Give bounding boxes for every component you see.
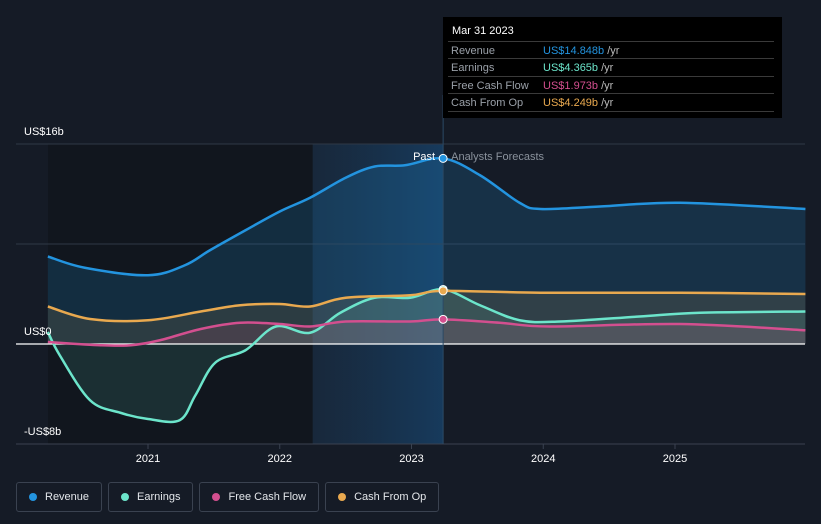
x-tick-label: 2025: [663, 453, 687, 465]
past-label: Past: [413, 151, 435, 163]
tooltip-value: US$4.249b: [543, 97, 599, 109]
legend-revenue[interactable]: Revenue: [16, 482, 103, 512]
legend-label: Revenue: [45, 491, 90, 503]
tooltip: Mar 31 2023 Revenue US$14.848b /yr Earnin…: [443, 17, 782, 118]
tooltip-row-fcf: Free Cash Flow US$1.973b /yr: [448, 76, 774, 94]
tooltip-label: Revenue: [451, 45, 496, 57]
tooltip-label: Free Cash Flow: [451, 80, 529, 92]
cfo-dot-icon: [338, 493, 347, 501]
tooltip-value: US$1.973b: [543, 80, 599, 92]
tooltip-unit: /yr: [601, 80, 614, 92]
legend-free-cash-flow[interactable]: Free Cash Flow: [199, 482, 320, 512]
tooltip-row-revenue: Revenue US$14.848b /yr: [448, 41, 774, 59]
legend-label: Free Cash Flow: [228, 491, 307, 503]
marker-revenue: [438, 153, 448, 163]
tooltip-row-cfo: Cash From Op US$4.249b /yr: [448, 93, 774, 112]
legend-cash-from-op[interactable]: Cash From Op: [325, 482, 440, 512]
tooltip-value: US$14.848b: [543, 45, 605, 57]
x-tick-label: 2021: [136, 453, 160, 465]
tooltip-unit: /yr: [607, 45, 620, 57]
chart-container: Past Analysts Forecasts 2021 2022 2023 2024 20…: [0, 0, 821, 524]
marker-cash-from-op: [438, 286, 448, 296]
fcf-dot-icon: [212, 493, 221, 501]
x-tick-label: 2023: [399, 453, 423, 465]
y-tick-label: -US$8b: [24, 426, 62, 438]
y-tick-label: US$0: [24, 326, 52, 338]
x-tick-label: 2022: [268, 453, 292, 465]
x-tick-label: 2024: [531, 453, 555, 465]
legend-label: Cash From Op: [354, 491, 427, 503]
legend-label: Earnings: [137, 491, 181, 503]
tooltip-value: US$4.365b: [543, 62, 599, 74]
tooltip-label: Cash From Op: [451, 97, 524, 109]
tooltip-unit: /yr: [601, 62, 614, 74]
tooltip-unit: /yr: [601, 97, 614, 109]
marker-free-cash-flow: [438, 314, 448, 324]
forecast-label: Analysts Forecasts: [451, 151, 544, 163]
y-tick-label: US$16b: [24, 126, 64, 138]
legend-earnings[interactable]: Earnings: [108, 482, 194, 512]
tooltip-date: Mar 31 2023: [452, 25, 514, 37]
earnings-dot-icon: [121, 493, 130, 501]
tooltip-row-earnings: Earnings US$4.365b /yr: [448, 58, 774, 76]
revenue-dot-icon: [29, 493, 37, 501]
legend: Revenue Earnings Free Cash Flow Cash Fro…: [16, 482, 440, 512]
tooltip-label: Earnings: [451, 62, 495, 74]
